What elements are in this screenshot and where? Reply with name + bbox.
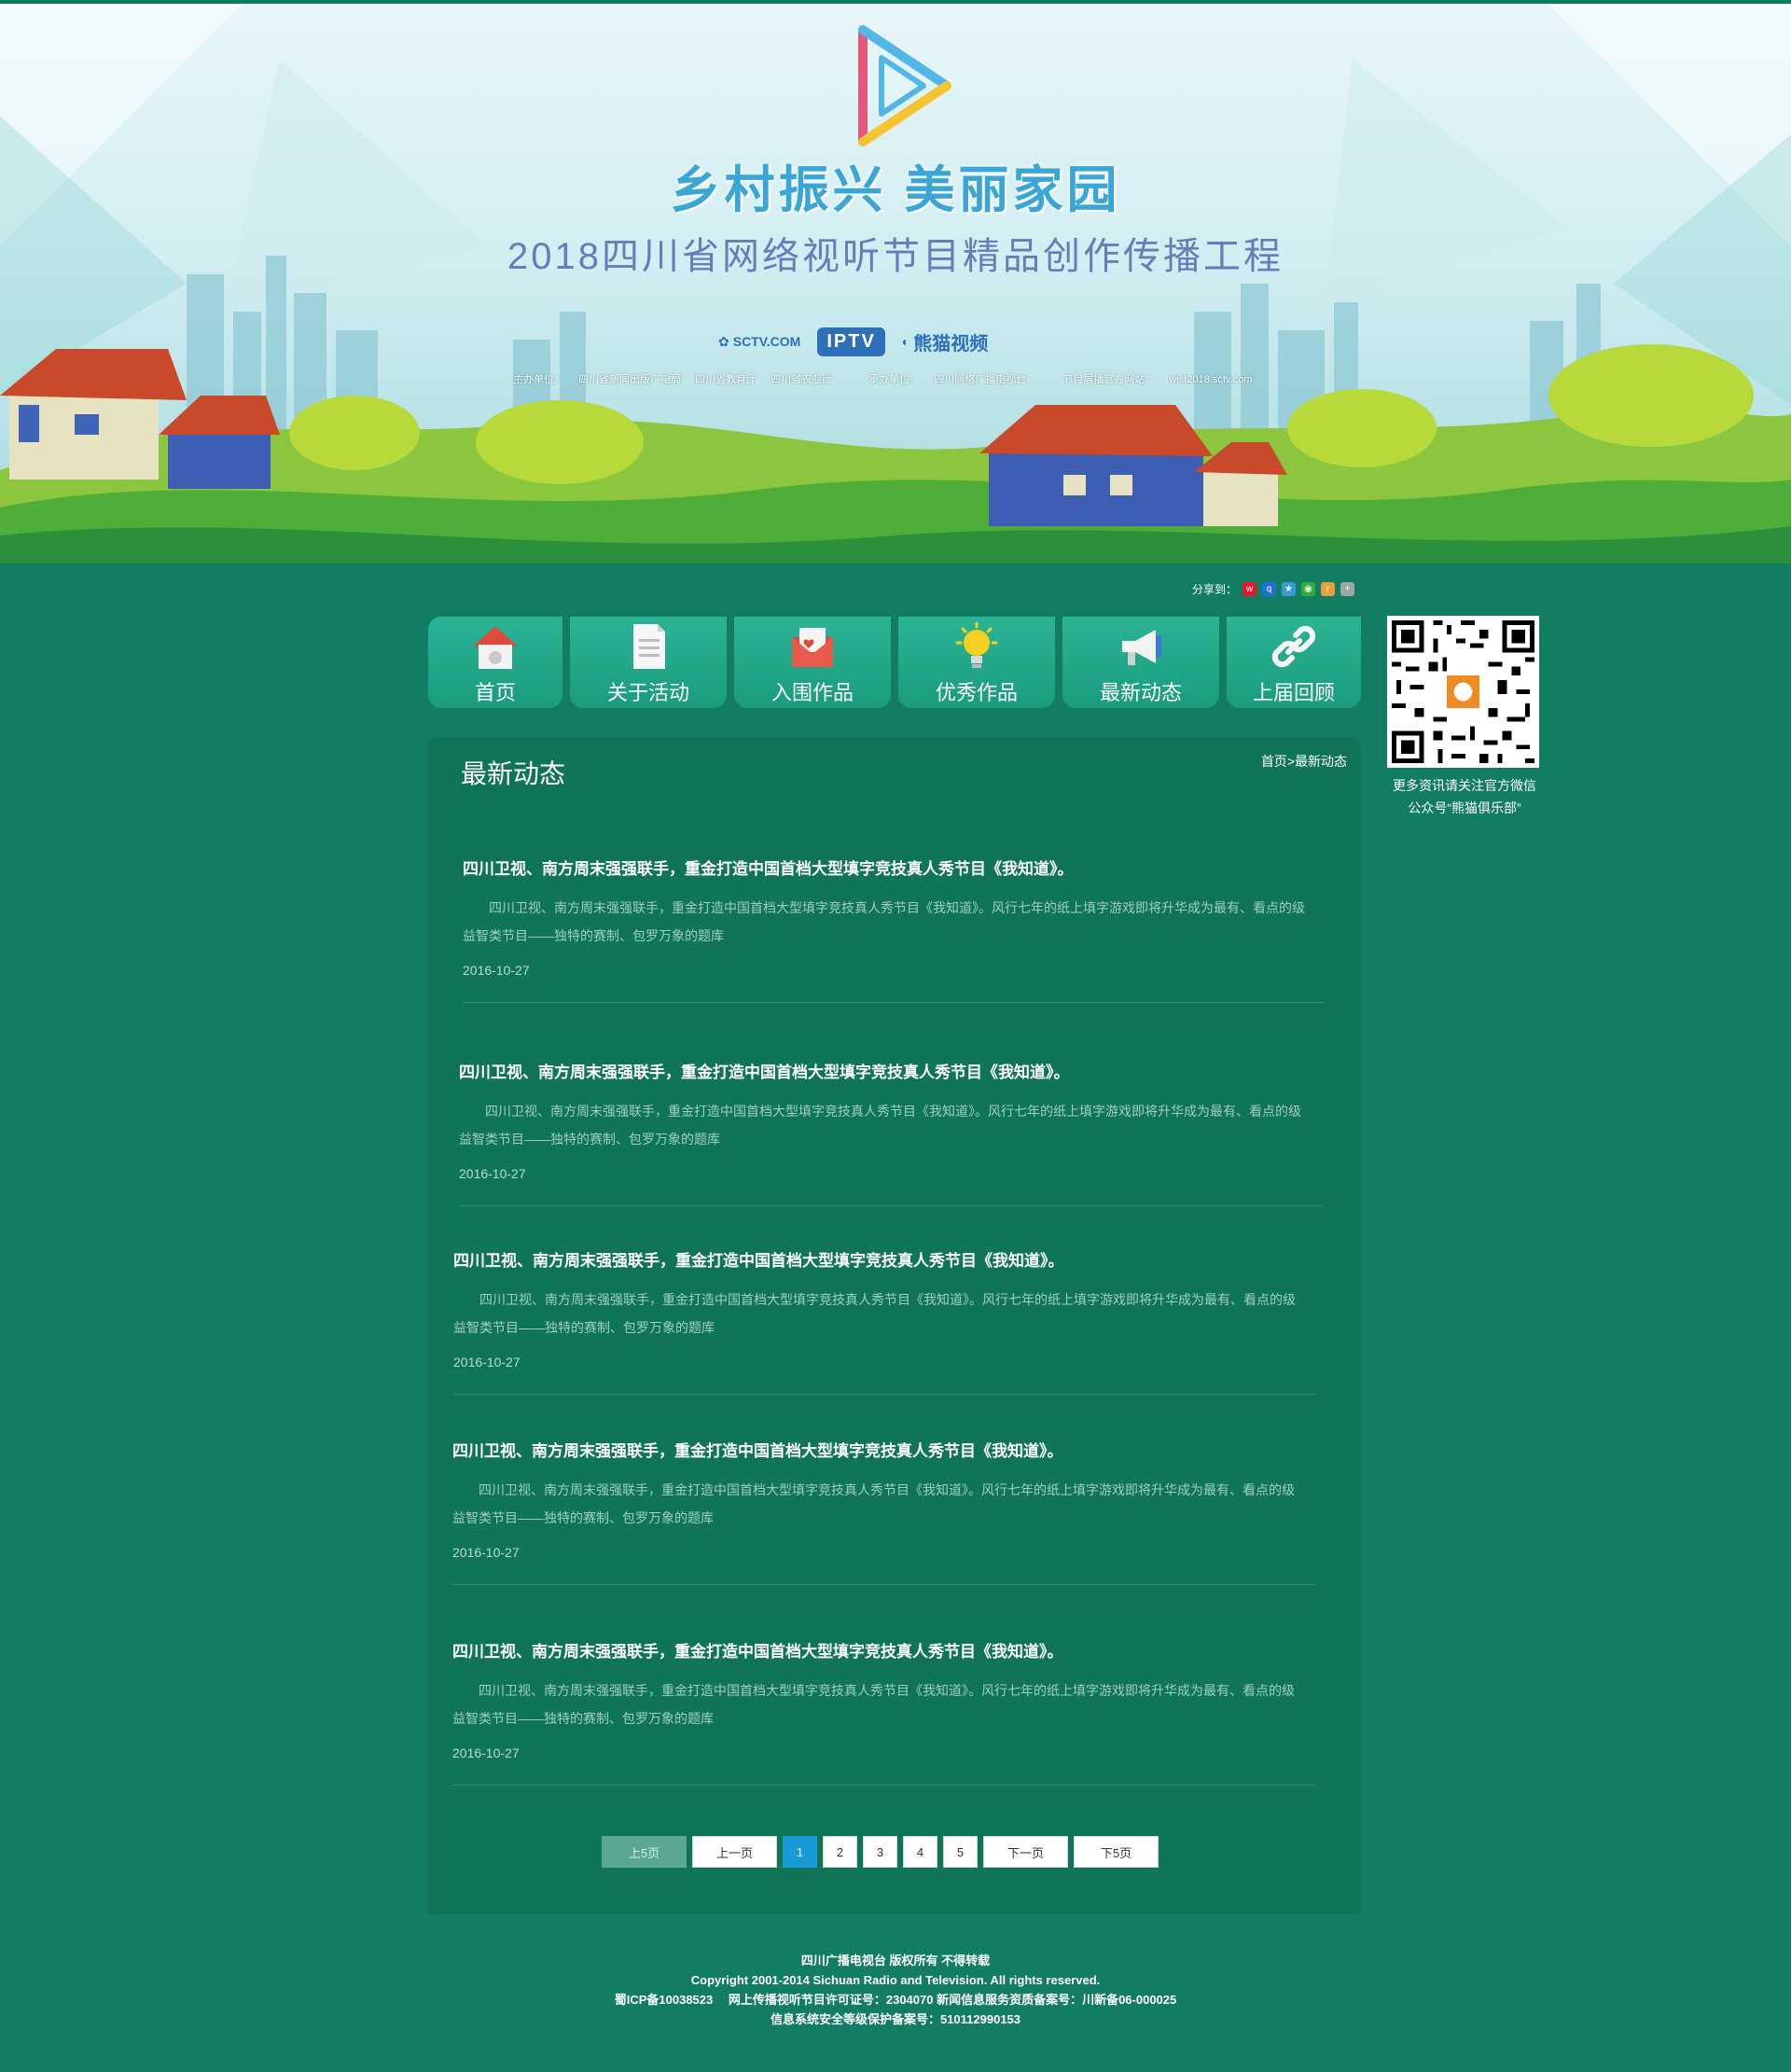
nav-item-review[interactable]: 上届回顾 — [1227, 617, 1361, 708]
news-summary: 四川卫视、南方周末强强联手，重金打造中国首档大型填字竞技真人秀节目《我知道》。风… — [453, 1292, 1296, 1335]
news-divider — [453, 1394, 1316, 1395]
next-page-button[interactable]: 下一页 — [983, 1836, 1068, 1868]
main-nav: 首页 关于活动 入围作品 优秀作品 最新动态 上届回顾 — [428, 617, 1361, 708]
footer-copyright-cn: 四川广播电视台 版权所有 不得转载 — [800, 1954, 991, 1968]
sctv-icon: ✿ — [718, 333, 729, 349]
footer-security-record: 信息系统安全等级保护备案号：510112990153 — [770, 2012, 1021, 2026]
page-3-button[interactable]: 3 — [863, 1836, 897, 1868]
news-summary: 四川卫视、南方周末强强联手，重金打造中国首档大型填字竞技真人秀节目《我知道》。风… — [459, 1104, 1301, 1147]
header-banner: 乡村振兴 美丽家园 2018四川省网络视听节目精品创作传播工程 ✿ SCTV.C… — [0, 4, 1791, 563]
news-title-link[interactable]: 四川卫视、南方周末强强联手，重金打造中国首档大型填字竞技真人秀节目《我知道》。 — [453, 1250, 1316, 1272]
news-title-link[interactable]: 四川卫视、南方周末强强联手，重金打造中国首档大型填字竞技真人秀节目《我知道》。 — [452, 1440, 1315, 1463]
page-title: 最新动态 — [461, 759, 566, 788]
wechat-share-icon[interactable]: ◉ — [1301, 582, 1316, 596]
breadcrumb: 首页>最新动态 — [1260, 754, 1347, 769]
news-date: 2016-10-27 — [459, 1166, 526, 1181]
page-2-button[interactable]: 2 — [823, 1836, 857, 1868]
sctv-logo: ✿ SCTV.COM — [718, 333, 801, 350]
qzone-share-icon[interactable]: ★ — [1282, 582, 1297, 596]
nav-item-home[interactable]: 首页 — [428, 617, 562, 708]
pagination: 上5页 上一页 1 2 3 4 5 下一页 下5页 — [602, 1836, 1159, 1868]
qq-share-icon[interactable]: q — [1262, 582, 1277, 596]
nav-item-excellent[interactable]: 优秀作品 — [898, 617, 1055, 708]
news-date: 2016-10-27 — [453, 1355, 521, 1370]
footer: 四川广播电视台 版权所有 不得转载 Copyright 2001-2014 Si… — [0, 1951, 1791, 2029]
footer-license: 蜀ICP备10038523 网上传播视听节目许可证号：2304070 新闻信息服… — [614, 1993, 1177, 2007]
share-bar: 分享到： w q ★ ◉ r + — [1192, 581, 1355, 597]
news-item: 四川卫视、南方周末强强联手，重金打造中国首档大型填字竞技真人秀节目《我知道》。 … — [452, 1641, 1315, 1786]
qr-caption: 更多资讯请关注官方微信 公众号“熊猫俱乐部” — [1393, 778, 1536, 815]
news-date: 2016-10-27 — [452, 1745, 520, 1760]
news-date: 2016-10-27 — [463, 963, 530, 978]
link-icon — [1271, 625, 1316, 668]
news-title-link[interactable]: 四川卫视、南方周末强强联手，重金打造中国首档大型填字竞技真人秀节目《我知道》。 — [463, 858, 1326, 881]
news-summary: 四川卫视、南方周末强强联手，重金打造中国首档大型填字竞技真人秀节目《我知道》。风… — [463, 900, 1305, 943]
news-divider — [452, 1584, 1315, 1585]
envelope-icon — [792, 628, 833, 667]
next-5-pages-button[interactable]: 下5页 — [1074, 1836, 1159, 1868]
footer-copyright-en: Copyright 2001-2014 Sichuan Radio and Te… — [690, 1973, 1101, 1987]
panda-video-logo: ◐ 熊猫视频 — [901, 333, 989, 355]
news-date: 2016-10-27 — [452, 1545, 520, 1560]
nav-item-shortlist[interactable]: 入围作品 — [734, 617, 891, 708]
news-divider — [452, 1785, 1315, 1786]
iptv-logo: IPTV — [817, 327, 885, 356]
news-title-link[interactable]: 四川卫视、南方周末强强联手，重金打造中国首档大型填字竞技真人秀节目《我知道》。 — [452, 1641, 1315, 1663]
news-summary: 四川卫视、南方周末强强联手，重金打造中国首档大型填字竞技真人秀节目《我知道》。风… — [452, 1683, 1295, 1726]
organizer-info: 主办单位： 四川省新闻出版广电局 四川省教育厅 四川省农业厅 承办单位： 四川网… — [513, 374, 1253, 385]
page-4-button[interactable]: 4 — [903, 1836, 937, 1868]
prev-5-pages-button[interactable]: 上5页 — [602, 1836, 687, 1868]
page-5-button[interactable]: 5 — [943, 1836, 978, 1868]
more-share-icon[interactable]: + — [1340, 582, 1355, 596]
news-item: 四川卫视、南方周末强强联手，重金打造中国首档大型填字竞技真人秀节目《我知道》。 … — [453, 1250, 1316, 1395]
page-1-button[interactable]: 1 — [783, 1836, 817, 1868]
news-divider — [463, 1002, 1326, 1003]
news-divider — [459, 1205, 1322, 1206]
renren-share-icon[interactable]: r — [1321, 582, 1336, 596]
partner-logos: ✿ SCTV.COM IPTV ◐ 熊猫视频 — [718, 325, 988, 358]
news-item: 四川卫视、南方周末强强联手，重金打造中国首档大型填字竞技真人秀节目《我知道》。 … — [452, 1440, 1315, 1585]
megaphone-icon — [1122, 630, 1161, 665]
play-triangle-logo-icon — [858, 25, 951, 146]
lightbulb-icon — [955, 622, 998, 668]
news-title-link[interactable]: 四川卫视、南方周末强强联手，重金打造中国首档大型填字竞技真人秀节目《我知道》。 — [459, 1062, 1322, 1084]
breadcrumb-home-link[interactable]: 首页 — [1261, 754, 1287, 769]
share-label: 分享到： — [1192, 583, 1238, 596]
nav-item-news[interactable]: 最新动态 — [1062, 617, 1219, 708]
banner-subtitle: 2018四川省网络视听节目精品创作传播工程 — [507, 236, 1284, 277]
home-icon — [473, 626, 518, 669]
news-panel: 最新动态 首页>最新动态 四川卫视、南方周末强强联手，重金打造中国首档大型填字竞… — [427, 737, 1360, 1914]
banner-slogan: 乡村振兴 美丽家园 — [670, 162, 1121, 218]
news-item: 四川卫视、南方周末强强联手，重金打造中国首档大型填字竞技真人秀节目《我知道》。 … — [463, 858, 1326, 1003]
news-summary: 四川卫视、南方周末强强联手，重金打造中国首档大型填字竞技真人秀节目《我知道》。风… — [452, 1482, 1295, 1525]
panda-icon: ◐ — [901, 334, 910, 349]
nav-item-about[interactable]: 关于活动 — [570, 617, 727, 708]
wechat-qr-code — [1387, 616, 1539, 768]
prev-page-button[interactable]: 上一页 — [692, 1836, 777, 1868]
document-icon — [633, 624, 665, 669]
weibo-share-icon[interactable]: w — [1243, 582, 1257, 596]
news-item: 四川卫视、南方周末强强联手，重金打造中国首档大型填字竞技真人秀节目《我知道》。 … — [459, 1062, 1322, 1206]
